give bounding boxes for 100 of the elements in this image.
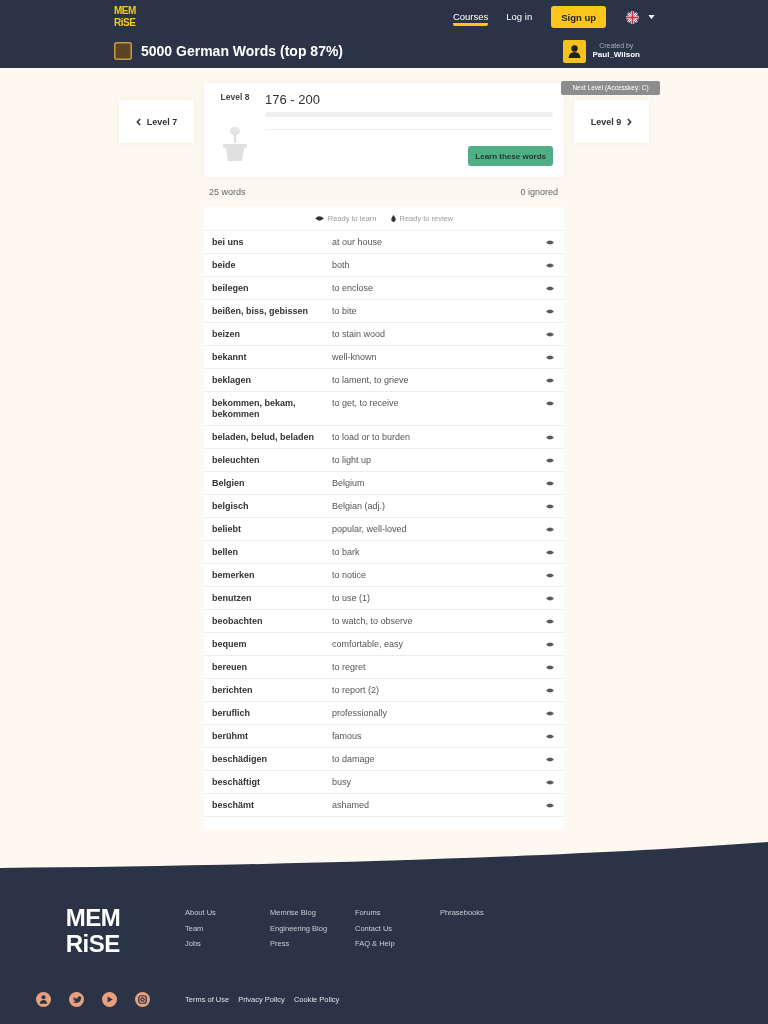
meaning-cell-text: to regret	[332, 662, 367, 673]
word-cell-text: berühmt	[212, 731, 249, 742]
word-cell-text: benutzen	[212, 593, 253, 604]
eye-icon	[546, 458, 554, 463]
word-cell-text: bemerken	[212, 570, 256, 581]
word-cell-text: beklagen	[212, 375, 252, 386]
word-cell-text: beizen	[212, 329, 241, 340]
eye-icon	[546, 286, 554, 291]
drop-icon	[390, 215, 396, 222]
eye-icon	[546, 573, 554, 578]
level-range: 176 - 200	[265, 92, 321, 107]
meaning-cell-text: to use (1)	[332, 593, 372, 604]
meaning-cell-text: to load or to burden	[332, 432, 412, 443]
chevron-left-icon	[135, 117, 141, 126]
word-cell-text: beliebt	[212, 524, 242, 535]
word-cell-text: berichten	[212, 685, 254, 696]
eye-icon	[546, 401, 554, 406]
meaning-cell-text: to notice	[332, 570, 368, 581]
meaning-cell-text: Belgium	[332, 478, 366, 489]
meaning-cell-text: to damage	[332, 754, 376, 765]
eye-icon	[546, 642, 554, 647]
eye-icon	[546, 527, 554, 532]
eye-icon	[546, 355, 554, 360]
learn-button[interactable]: Learn these words	[468, 146, 553, 166]
logo[interactable]: MEM RiSE	[114, 5, 136, 29]
nav-link[interactable]: Courses	[452, 8, 489, 26]
eye-icon	[546, 378, 554, 383]
meaning-cell-text: to report (2)	[332, 685, 381, 696]
eye-icon	[546, 435, 554, 440]
meaning-cell-text: popular, well-loved	[332, 524, 408, 535]
word-cell-text: belgisch	[212, 501, 250, 512]
chevron-right-icon	[627, 117, 633, 126]
eye-icon	[546, 803, 554, 808]
meaning-cell-text: to get, to receive	[332, 398, 400, 409]
word-cell-text: bei uns	[212, 237, 245, 248]
eye-icon	[546, 757, 554, 762]
meaning-cell-text: famous	[332, 731, 363, 742]
ignored-link[interactable]: 0 ignored	[520, 187, 558, 197]
eye-icon	[314, 216, 324, 221]
eye-icon	[546, 240, 554, 245]
meaning-cell-text: to light up	[332, 455, 373, 466]
caret-icon[interactable]	[648, 15, 655, 19]
meaning-cell-text: to lament, to grieve	[332, 375, 410, 386]
previous-level-button[interactable]: Level 7	[119, 100, 194, 143]
word-cell-text: beide	[212, 260, 237, 271]
meaning-cell-text: to stain wood	[332, 329, 387, 340]
meaning-cell-text: at our house	[332, 237, 384, 248]
meaning-cell-text: to bite	[332, 306, 358, 317]
word-cell-text: Belgien	[212, 478, 246, 489]
footer-logo[interactable]: MEM RiSE	[65, 905, 121, 957]
word-cell-text: beschämt	[212, 800, 256, 811]
meaning-cell-text: busy	[332, 777, 352, 788]
meaning-cell-text: well-known	[332, 352, 378, 363]
word-cell-text: beladen, belud, beladen	[212, 432, 316, 443]
eye-icon	[546, 596, 554, 601]
meaning-cell-text: professionally	[332, 708, 389, 719]
word-cell-text: beschäftigt	[212, 777, 261, 788]
next-level-button[interactable]: Level 9	[574, 100, 649, 143]
eye-icon	[546, 688, 554, 693]
nav-link[interactable]: Log in	[506, 8, 533, 26]
word-count: 25 words	[209, 187, 246, 197]
person-icon[interactable]	[36, 991, 51, 1007]
meaning-cell-text: both	[332, 260, 351, 271]
word-cell-text: bekannt	[212, 352, 248, 363]
meaning-cell-text: to bark	[332, 547, 361, 558]
eye-icon	[546, 309, 554, 314]
meaning-cell-text: ashamed	[332, 800, 371, 811]
word-cell-text: bellen	[212, 547, 239, 558]
meaning-cell-text: to watch, to observe	[332, 616, 414, 627]
word-cell-text: bekommen, bekam, bekommen	[212, 398, 297, 420]
eye-icon	[546, 619, 554, 624]
word-cell-text: bereuen	[212, 662, 248, 673]
eye-icon	[546, 665, 554, 670]
bird-icon[interactable]	[69, 991, 84, 1007]
eye-icon	[546, 481, 554, 486]
camera-icon[interactable]	[135, 991, 150, 1007]
plant-pot-icon	[221, 125, 249, 161]
word-cell-text: bequem	[212, 639, 248, 650]
meaning-cell-text: to enclose	[332, 283, 375, 294]
word-cell-text: beruflich	[212, 708, 251, 719]
flag-icon[interactable]	[626, 10, 639, 24]
word-cell-text: beißen, biss, gebissen	[212, 306, 310, 317]
meaning-cell-text: Belgian (adj.)	[332, 501, 387, 512]
word-cell-text: beschädigen	[212, 754, 268, 765]
avatar-icon[interactable]	[562, 39, 586, 63]
word-cell-text: beobachten	[212, 616, 264, 627]
play-icon[interactable]	[102, 991, 117, 1007]
meaning-cell-text: comfortable, easy	[332, 639, 405, 650]
author-link[interactable]: Paul_Wilson	[592, 50, 640, 60]
eye-icon	[546, 780, 554, 785]
eye-icon	[546, 734, 554, 739]
eye-icon	[546, 263, 554, 268]
eye-icon	[546, 711, 554, 716]
eye-icon	[546, 332, 554, 337]
word-cell-text: beilegen	[212, 283, 250, 294]
level-label: Level 8	[220, 92, 250, 102]
signup-button[interactable]: Sign up	[551, 6, 606, 28]
eye-icon	[546, 504, 554, 509]
eye-icon	[546, 550, 554, 555]
photo-placeholder	[114, 42, 132, 60]
